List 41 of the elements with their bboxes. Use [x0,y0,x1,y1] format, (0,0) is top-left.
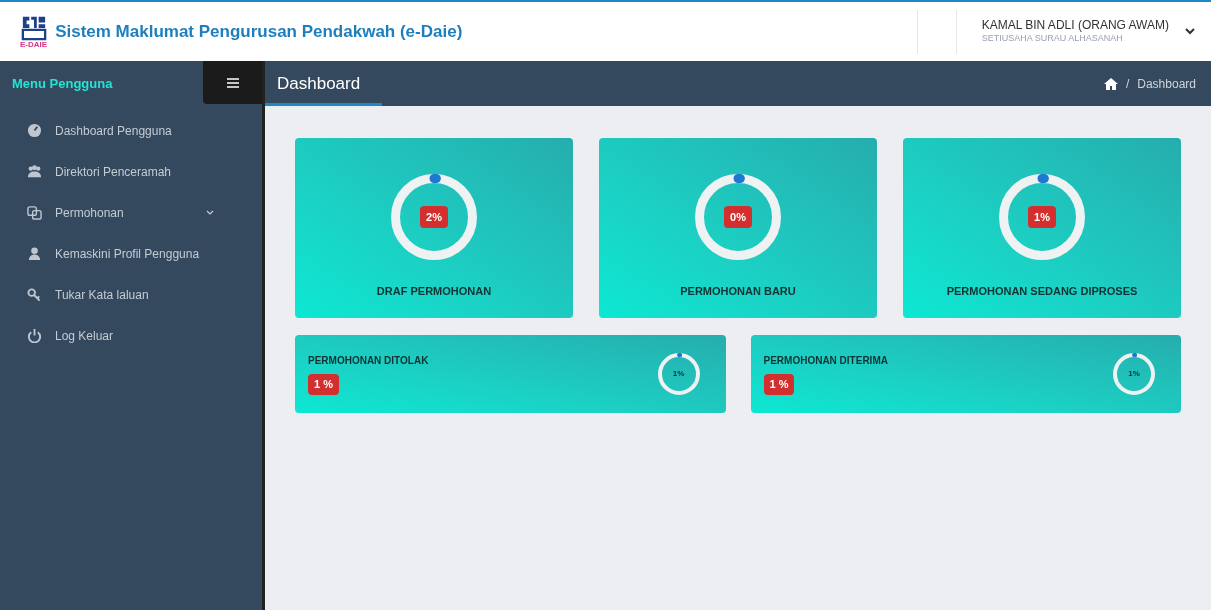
ring-value: 1% [1128,368,1140,380]
menu-toggle-button[interactable] [203,61,262,104]
sidebar-item[interactable]: Permohonan [0,192,262,233]
sidebar-item[interactable]: Direktori Penceramah [0,151,262,192]
logo-text: E-DAIE [20,40,48,49]
header-divider [916,9,957,54]
percent-badge: 1% [1028,205,1056,229]
percent-badge: 2% [420,205,448,229]
percent-badge: 1 % [763,374,795,395]
percent-badge: 0% [724,205,752,229]
card-label: DRAF PERMOHONAN [376,284,492,299]
users-icon [27,164,42,179]
logo-icon [20,14,47,41]
chevron-down-icon [206,210,214,215]
sidebar-item[interactable]: Tukar Kata laluan [0,274,262,315]
user-role: SETIUSAHA SURAU ALHASANAH [981,33,1124,45]
chevron-down-icon[interactable] [1185,28,1195,35]
user-icon [27,246,42,261]
key-icon [27,287,42,302]
breadcrumb-item: Dashboard [1137,75,1196,93]
sidebar-item[interactable]: Kemaskini Profil Pengguna [0,233,262,274]
sidebar-title: Menu Pengguna [11,74,113,93]
sidebar-item[interactable]: Log Keluar [0,315,262,356]
user-name[interactable]: KAMAL BIN ADLI (ORANG AWAM) [981,18,1169,34]
card-label: PERMOHONAN BARU [680,284,796,299]
home-icon[interactable] [1103,77,1118,90]
page-title: Dashboard [277,72,361,95]
card-label: PERMOHONAN DITOLAK [308,354,429,369]
sidebar-item[interactable]: Dashboard Pengguna [0,110,262,151]
gauge-icon [27,123,42,138]
progress-ring [656,352,701,396]
card-label: PERMOHONAN DITERIMA [763,354,888,369]
menu-icon [226,77,239,88]
breadcrumb-separator: / [1125,75,1130,93]
percent-badge: 1 % [308,374,339,395]
card-label: PERMOHONAN SEDANG DIPROSES [946,284,1138,299]
copy-icon [27,205,42,220]
ring-value: 1% [672,368,685,380]
power-icon [27,328,42,343]
progress-ring [1112,352,1156,396]
app-title: Sistem Maklumat Pengurusan Pendakwah (e-Daie) [55,20,463,43]
